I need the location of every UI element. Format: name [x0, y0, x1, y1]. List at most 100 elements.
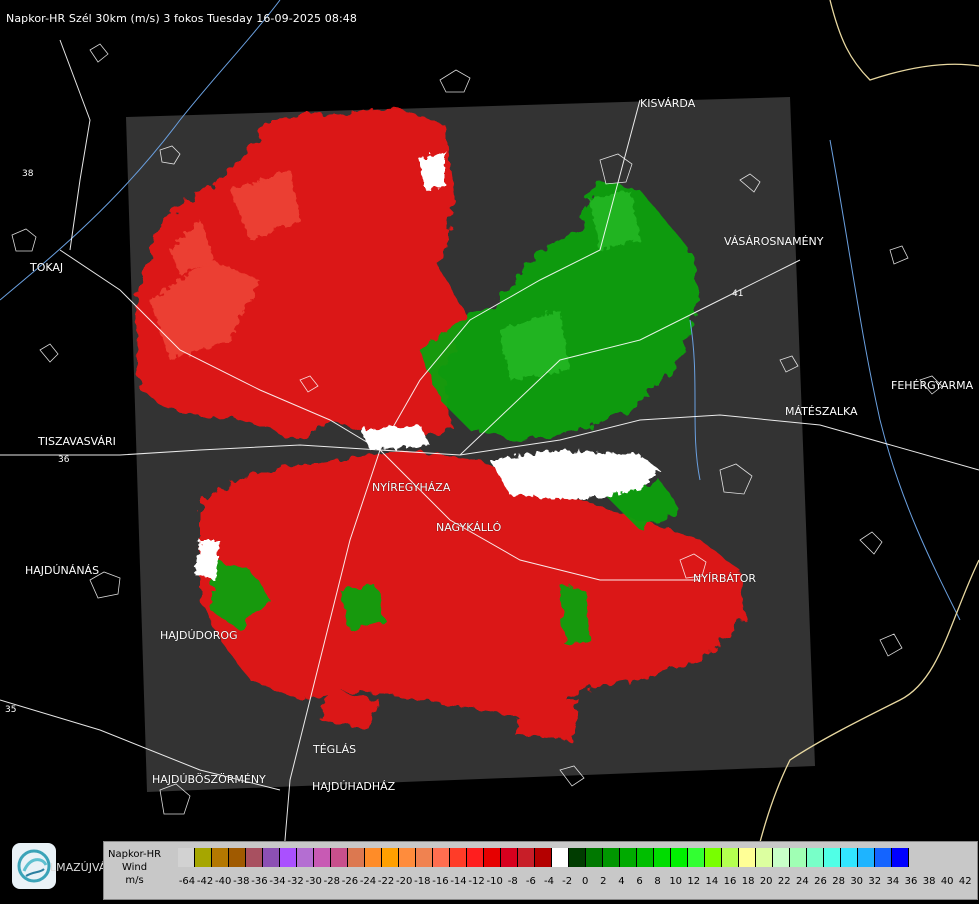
legend-swatch	[467, 848, 484, 867]
legend-swatch	[263, 848, 280, 867]
legend-tick-label: 26	[814, 876, 827, 887]
legend-swatch	[331, 848, 348, 867]
legend-tick-label: 20	[759, 876, 773, 887]
legend-swatch	[399, 848, 416, 867]
legend-tick-label: -8	[507, 876, 518, 887]
legend-swatch	[195, 848, 212, 867]
legend-swatch	[382, 848, 399, 867]
legend-swatch	[246, 848, 263, 867]
legend-tick-label: 16	[723, 876, 737, 887]
legend-tick-label: 0	[582, 876, 589, 887]
legend-tick-label: -12	[468, 876, 485, 887]
road-number-35: 35	[5, 705, 16, 715]
legend-swatch	[739, 848, 756, 867]
radar-map: 38 36 41 35 Napkor-HR Szél 30km (m/s) 3 …	[0, 0, 979, 901]
legend-tick-label: -6	[525, 876, 536, 887]
legend-swatch	[212, 848, 229, 867]
legend-swatch	[178, 848, 195, 867]
legend-tick-label: -14	[450, 876, 467, 887]
city-label-hajduhadhaz: HAJDÚHADHÁZ	[312, 780, 396, 793]
legend-tick-label: -28	[323, 876, 340, 887]
legend-swatch	[773, 848, 790, 867]
legend-swatch	[824, 848, 841, 867]
legend-tick-label: -22	[377, 876, 395, 887]
legend-swatch	[858, 848, 875, 867]
legend-title-line: Napkor-HR	[108, 849, 162, 860]
legend-tick-label: 6	[636, 876, 643, 887]
legend-swatch	[348, 848, 365, 867]
legend-swatch	[365, 848, 382, 867]
city-label-nyirbator: NYÍRBÁTOR	[693, 572, 757, 585]
city-label-teglas: TÉGLÁS	[313, 743, 357, 756]
legend-tick-label: -30	[305, 876, 322, 887]
legend-swatch	[671, 848, 688, 867]
legend-tick-label: 42	[958, 876, 972, 887]
legend-tick-label: 4	[618, 876, 625, 887]
city-label-nyiregyhaza: NYÍREGYHÁZA	[372, 481, 451, 494]
map-title: Napkor-HR Szél 30km (m/s) 3 fokos Tuesda…	[6, 12, 357, 25]
city-label-fehergyarmat: FEHÉRGYARMA	[891, 379, 974, 392]
legend-swatch	[569, 848, 586, 867]
legend-tick-label: -2	[562, 876, 573, 887]
city-label-kisvarda: KISVÁRDA	[640, 97, 696, 110]
legend-tick-label: 2	[600, 876, 607, 887]
legend-swatch	[484, 848, 501, 867]
legend-tick-label: 34	[886, 876, 900, 887]
city-label-hajduboszormeny: HAJDÚBÖSZÖRMÉNY	[152, 773, 266, 786]
legend-swatch	[416, 848, 433, 867]
legend-tick-label: 14	[705, 876, 719, 887]
legend-tick-label: -20	[396, 876, 413, 887]
legend-swatch	[518, 848, 535, 867]
legend-tick-label: 24	[796, 876, 809, 887]
legend-swatch	[552, 848, 569, 867]
city-label-hajdunanas: HAJDÚNÁNÁS	[25, 564, 100, 577]
legend-tick-label: 22	[777, 876, 791, 887]
legend-tick-label: -34	[269, 876, 286, 887]
legend-swatch	[450, 848, 467, 867]
legend-swatch	[586, 848, 603, 867]
legend-swatch	[688, 848, 705, 867]
legend-tick-label: -42	[196, 876, 214, 887]
road-number-36: 36	[58, 455, 70, 465]
legend-tick-label: 40	[940, 876, 954, 887]
legend-swatch	[892, 848, 909, 867]
legend-tick-label: -32	[287, 876, 304, 887]
legend-swatch	[841, 848, 858, 867]
legend-swatch	[603, 848, 620, 867]
legend-swatch	[705, 848, 722, 867]
legend-swatch	[280, 848, 297, 867]
legend-swatch	[756, 848, 773, 867]
legend-tick-label: 36	[904, 876, 918, 887]
map-canvas: 38 36 41 35	[0, 0, 979, 901]
city-label-vasarosnameny: VÁSÁROSNAMÉNY	[724, 235, 824, 248]
legend-tick-label: 8	[654, 876, 661, 887]
legend-tick-label: -18	[414, 876, 431, 887]
legend-tick-label: -64	[178, 876, 196, 887]
legend-title-line: Wind	[121, 862, 148, 873]
legend-ticks: -64 -42 -40 -38 -36 -34 -32 -30 -28 -26 -24 -22 -20-…	[174, 876, 974, 890]
legend-swatch	[314, 848, 331, 867]
legend-swatch	[654, 848, 671, 867]
city-label-tokaj: TOKAJ	[30, 261, 64, 274]
legend-swatch	[875, 848, 892, 867]
legend-tick-label: -24	[359, 876, 377, 887]
legend-tick-label: -38	[233, 876, 250, 887]
legend-swatch	[807, 848, 824, 867]
legend-swatch	[637, 848, 654, 867]
city-label-nagykallo: NAGYKÁLLÓ	[436, 521, 502, 534]
legend-tick-label: 28	[832, 876, 845, 887]
legend-tick-label: -16	[432, 876, 449, 887]
road-number-38: 38	[22, 169, 34, 179]
legend-tick-label: -40	[215, 876, 232, 887]
legend-swatch	[229, 848, 246, 867]
legend-tick-label: -26	[341, 876, 359, 887]
legend-swatch	[433, 848, 450, 867]
velocity-legend: Napkor-HR Wind m/s -64 -42 -40 -38 -36 -34 -32…	[103, 841, 978, 900]
legend-tick-label: 12	[687, 876, 701, 887]
legend-swatch	[790, 848, 807, 867]
legend-swatch	[535, 848, 552, 867]
legend-swatch	[722, 848, 739, 867]
legend-tick-label: -4	[544, 876, 554, 887]
city-label-mateszalka: MÁTÉSZALKA	[785, 405, 858, 418]
legend-tick-label: -10	[486, 876, 503, 887]
